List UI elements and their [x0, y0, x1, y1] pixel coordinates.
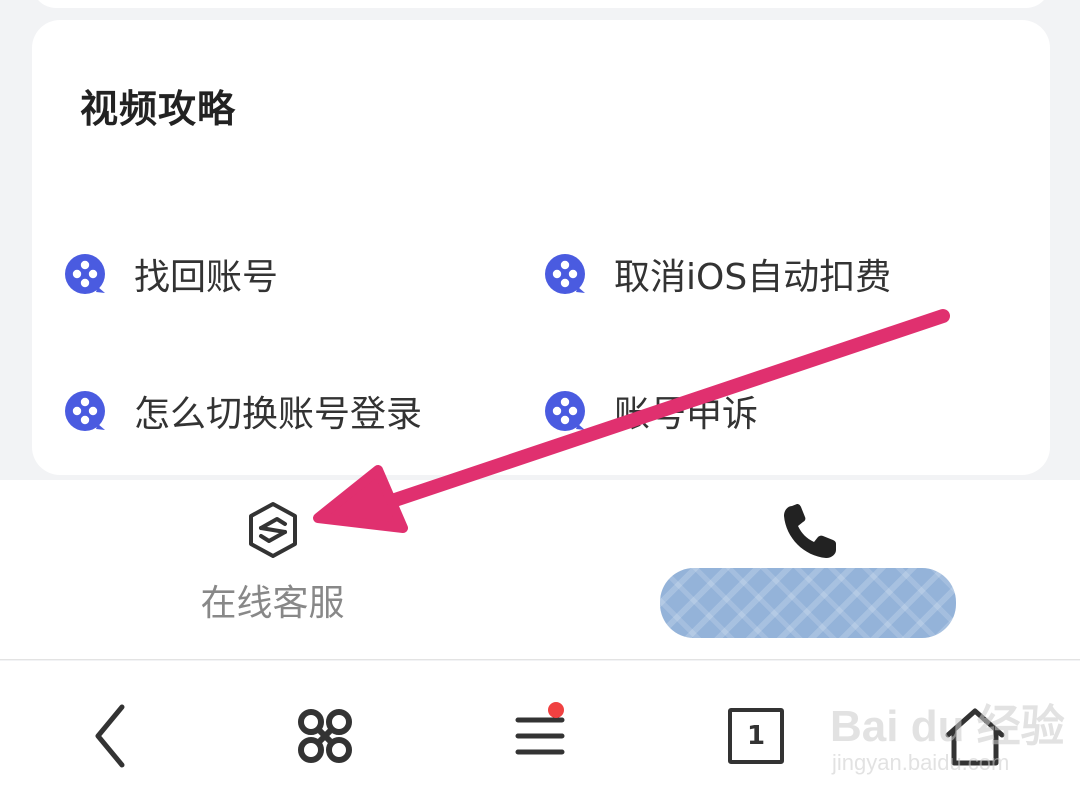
video-play-icon [545, 391, 585, 431]
redaction-overlay [660, 568, 956, 638]
guide-title: 视频攻略 [80, 87, 237, 131]
video-guide-card: 视频攻略 找回账号 取消iOS自动扣费 怎么切换账号登录 账号申诉 [32, 20, 1050, 475]
tabs-button[interactable]: 1 [716, 696, 796, 776]
guide-item-recover-account[interactable]: 找回账号 [64, 248, 278, 300]
guide-item-label: 找回账号 [134, 257, 279, 298]
menu-button[interactable] [500, 696, 580, 776]
guide-item-account-appeal[interactable]: 账号申诉 [544, 385, 758, 437]
video-play-icon [65, 391, 105, 431]
bottom-nav-bar: 1 [0, 661, 1080, 810]
guide-item-label: 怎么切换账号登录 [134, 394, 423, 435]
online-service-label: 在线客服 [200, 583, 345, 624]
command-button[interactable] [285, 696, 365, 776]
contact-bar: 在线客服 05 [0, 480, 1080, 660]
guide-item-label: 取消iOS自动扣费 [614, 257, 892, 298]
home-button[interactable] [935, 696, 1015, 776]
notification-dot [548, 702, 564, 718]
tab-count-badge: 1 [728, 708, 784, 764]
phone-icon [784, 504, 836, 558]
back-chevron-icon [95, 704, 125, 768]
guide-item-switch-account[interactable]: 怎么切换账号登录 [64, 385, 422, 437]
phone-call-button[interactable]: 05 [660, 500, 960, 640]
customer-service-icon [248, 502, 297, 558]
back-button[interactable] [70, 696, 150, 776]
home-icon [945, 708, 1005, 766]
command-icon [298, 709, 352, 763]
video-play-icon [65, 254, 105, 294]
video-play-icon [545, 254, 585, 294]
online-service-button[interactable]: 在线客服 [190, 500, 355, 630]
guide-item-cancel-ios-autopay[interactable]: 取消iOS自动扣费 [544, 248, 891, 300]
guide-item-label: 账号申诉 [614, 394, 759, 435]
previous-card [32, 0, 1050, 8]
